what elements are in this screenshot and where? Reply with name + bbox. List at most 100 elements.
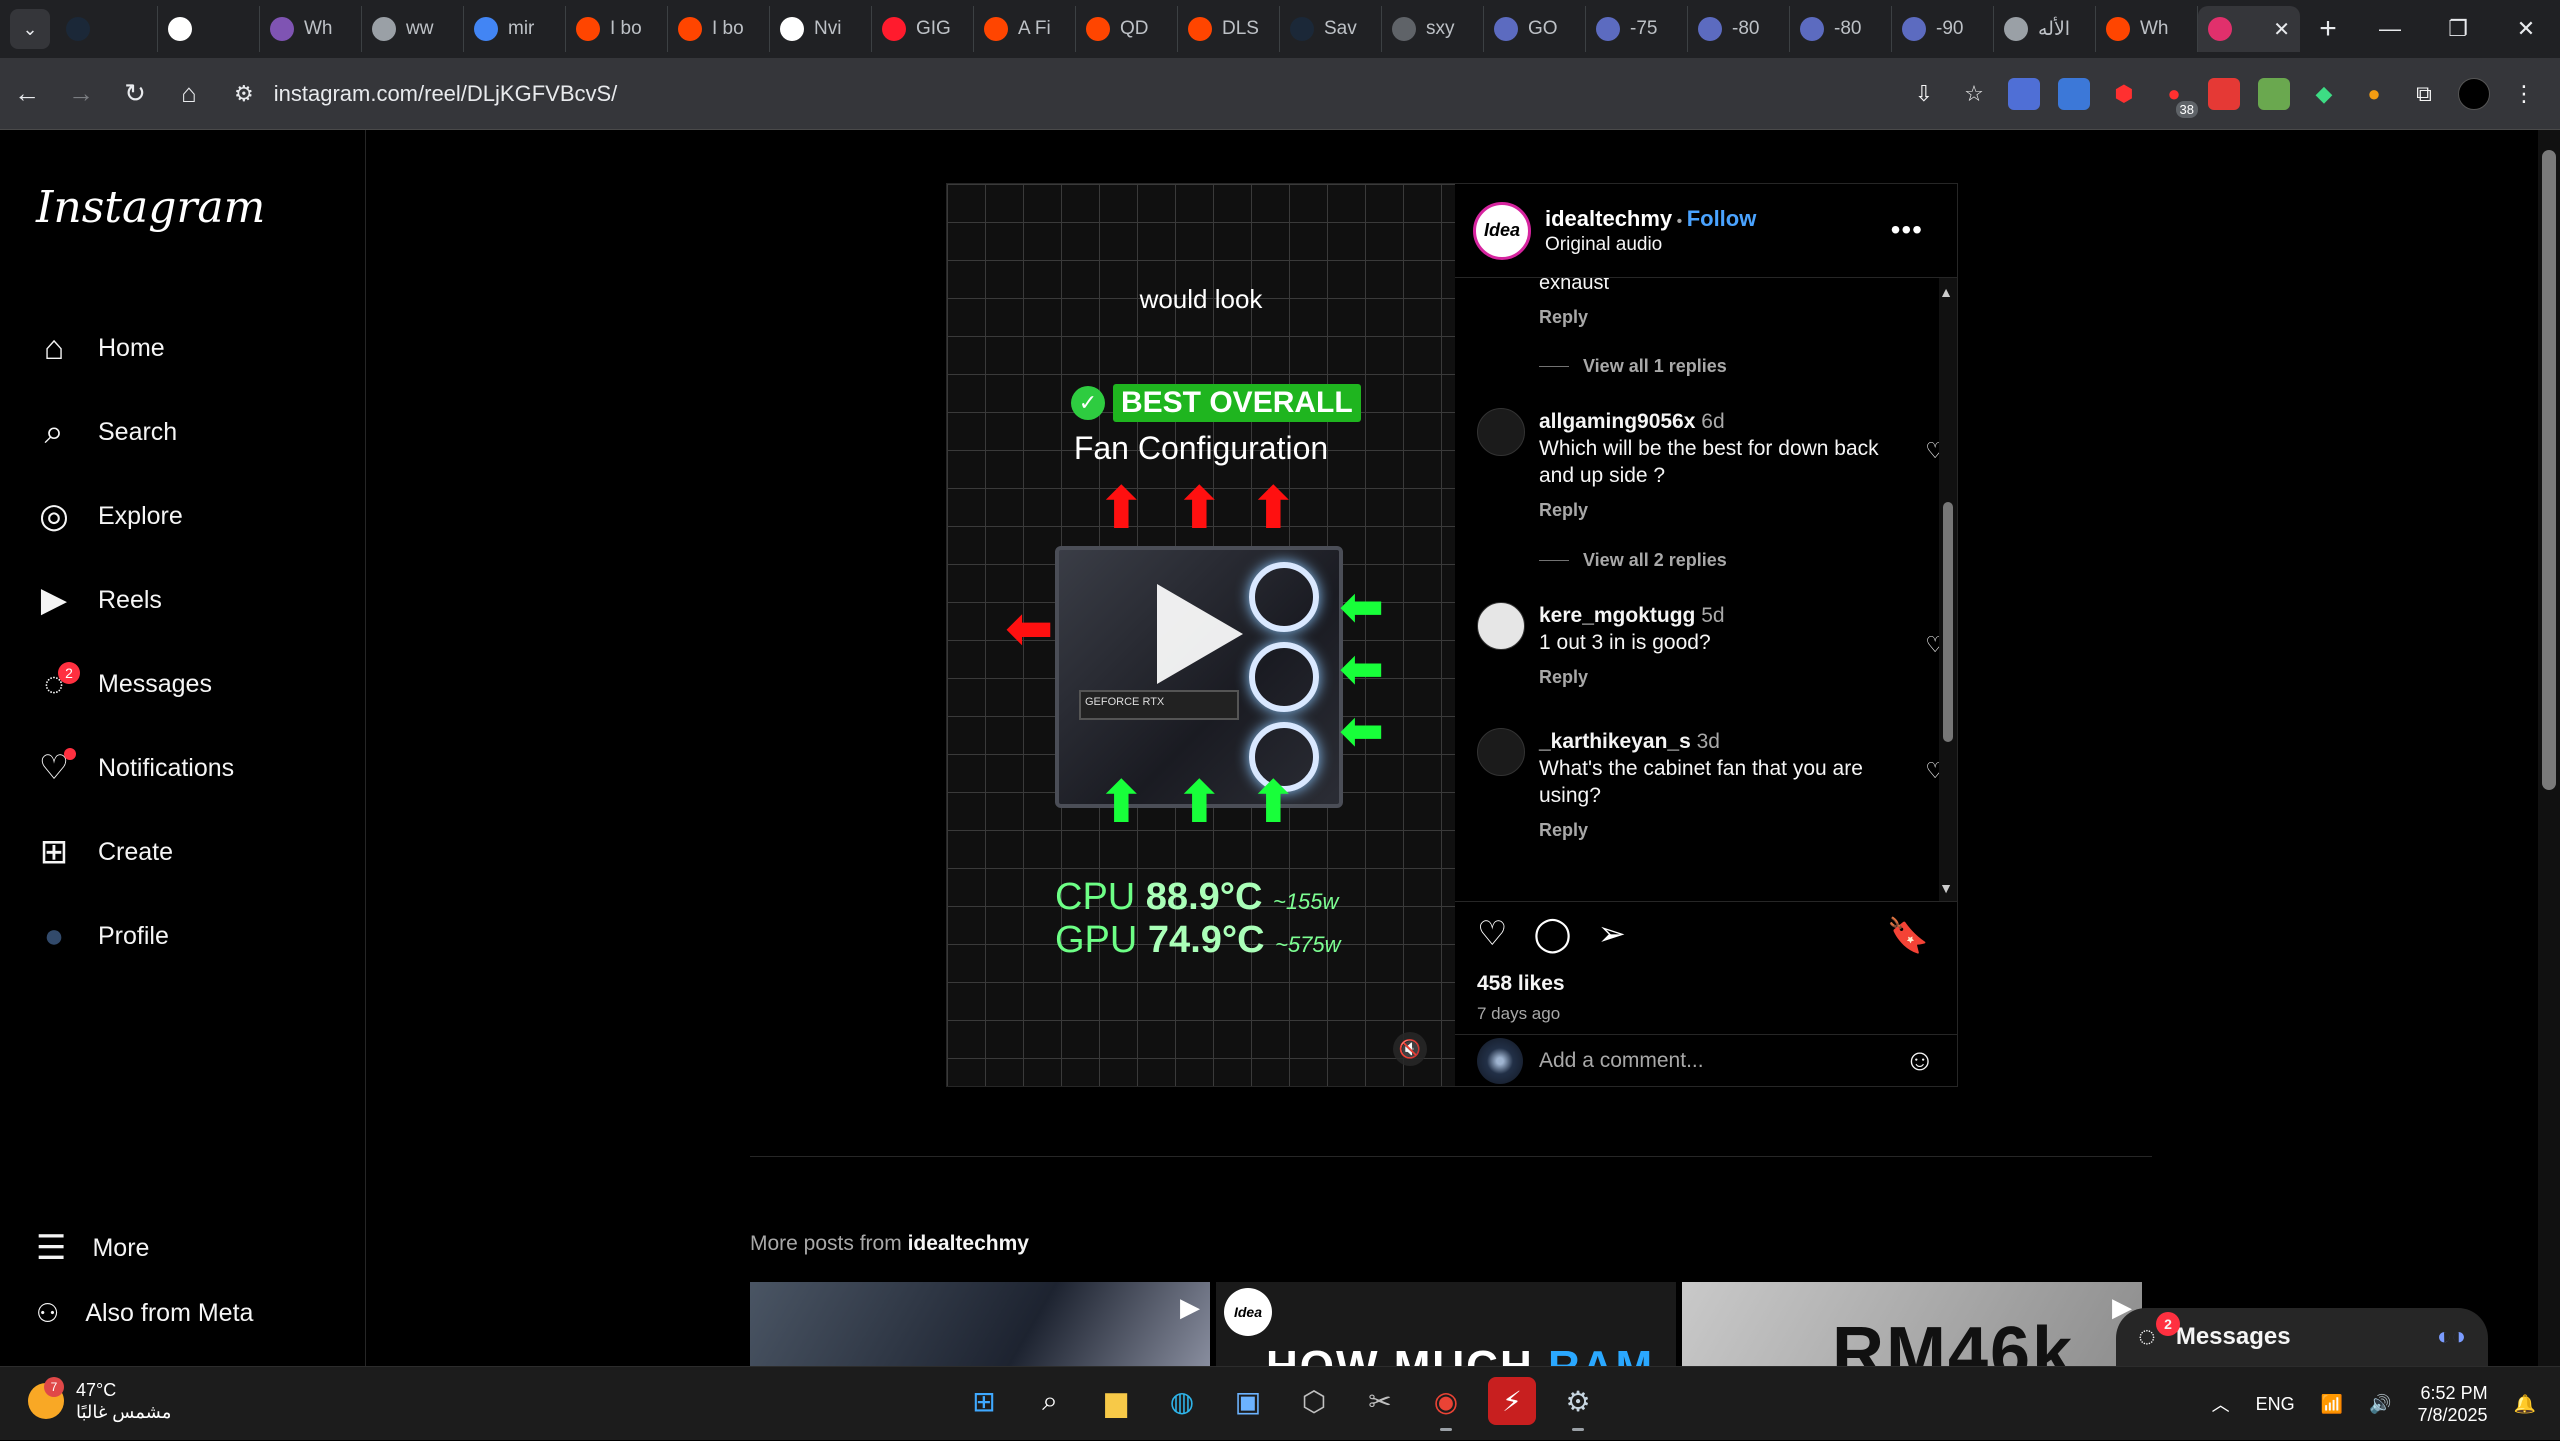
video-extension-icon[interactable] <box>2208 77 2240 110</box>
leaf-extension-icon[interactable]: ◆ <box>2308 78 2340 110</box>
sidebar-item-more[interactable]: ☰ More <box>36 1228 149 1268</box>
browser-tab[interactable]: -80 <box>1790 6 1892 52</box>
comments-scrollbar[interactable]: ▲ ▼ <box>1939 278 1957 901</box>
like-heart-icon[interactable]: ♡ <box>1477 914 1507 954</box>
author-avatar[interactable]: Idea <box>1473 201 1531 260</box>
more-options-icon[interactable]: ••• <box>1891 214 1923 246</box>
browser-tab[interactable]: Nvi <box>770 6 872 52</box>
sidebar-item-notifications[interactable]: ♡ Notifications <box>36 726 234 810</box>
browser-tab[interactable]: ww <box>362 6 464 52</box>
post-thumbnail[interactable]: ▶ <box>750 1282 1210 1366</box>
comment-bubble-icon[interactable]: ◯ <box>1533 914 1571 954</box>
commenter-username[interactable]: _karthikeyan_s <box>1539 730 1691 753</box>
view-replies-button[interactable]: View all 1 replies <box>1539 356 1727 377</box>
sidebar-item-home[interactable]: ⌂ Home <box>36 306 234 390</box>
browser-tab[interactable]: Sav <box>1280 6 1382 52</box>
windows-start-icon[interactable]: ⊞ <box>960 1377 1008 1425</box>
author-username[interactable]: idealtechmy <box>1545 206 1672 231</box>
weather-widget[interactable]: 7 47°C مشمس غالبًا <box>28 1377 171 1423</box>
reply-button[interactable]: Reply <box>1539 817 1917 844</box>
follow-button[interactable]: Follow <box>1687 206 1757 231</box>
browser-tab[interactable]: GIG <box>872 6 974 52</box>
browser-tab[interactable]: I bo <box>668 6 770 52</box>
restore-icon[interactable]: ❐ <box>2424 0 2492 58</box>
edge-icon[interactable]: ◍ <box>1158 1377 1206 1425</box>
bookmark-icon[interactable]: 🔖 <box>1887 916 1929 956</box>
browser-tab[interactable]: DLS <box>1178 6 1280 52</box>
commenter-avatar[interactable] <box>1477 408 1525 456</box>
browser-tab[interactable] <box>56 6 158 52</box>
extension-badge-icon[interactable]: ● 38 <box>2158 78 2198 118</box>
share-send-icon[interactable]: ➢ <box>1598 914 1627 954</box>
messages-pill[interactable]: ◌ 2 Messages ◐◑ <box>2116 1308 2488 1366</box>
sidebar-item-search[interactable]: ⌕ Search <box>36 390 234 474</box>
bolt-app-icon[interactable]: ⚡ <box>1488 1377 1536 1425</box>
extension-icon[interactable] <box>2008 77 2040 110</box>
site-settings-icon[interactable]: ⚙ <box>234 81 254 107</box>
chevron-up-icon[interactable]: ︿ <box>2212 1391 2230 1417</box>
profile-avatar[interactable] <box>2458 77 2490 110</box>
puzzle-icon[interactable]: ⧉ <box>2408 78 2440 110</box>
tab-close-icon[interactable]: ✕ <box>2273 17 2290 42</box>
commenter-avatar[interactable] <box>1477 602 1525 650</box>
page-scroll-thumb[interactable] <box>2542 150 2556 790</box>
search-icon[interactable]: ⌕ <box>1026 1377 1074 1425</box>
browser-tab[interactable]: ✕ <box>2198 6 2300 52</box>
volume-icon[interactable]: 🔊 <box>2369 1394 2391 1415</box>
translate-icon[interactable] <box>2058 77 2090 110</box>
sidebar-item-profile[interactable]: ● Profile <box>36 894 234 978</box>
browser-tab[interactable]: A Fi <box>974 6 1076 52</box>
address-bar[interactable]: ⚙ instagram.com/reel/DLjKGFVBcvS/ <box>216 66 1908 121</box>
snipping-tool-icon[interactable]: ✂ <box>1356 1377 1404 1425</box>
post-thumbnail[interactable]: Idea HOW MUCH RAM <box>1216 1282 1676 1366</box>
browser-tab[interactable]: الأله <box>1994 6 2096 52</box>
commenter-avatar[interactable] <box>1477 728 1525 776</box>
sidebar-item-messages[interactable]: ◌ 2 Messages <box>36 642 234 726</box>
kebab-menu-icon[interactable]: ⋮ <box>2508 78 2540 110</box>
new-tab-button[interactable]: + <box>2308 9 2348 49</box>
emoji-icon[interactable]: ☺ <box>1904 1044 1935 1078</box>
clock[interactable]: 6:52 PM 7/8/2025 <box>2418 1382 2488 1426</box>
commenter-username[interactable]: kere_mgoktugg <box>1539 604 1695 627</box>
browser-tab[interactable]: mir <box>464 6 566 52</box>
scroll-down-icon[interactable]: ▼ <box>1939 880 1953 896</box>
audio-label[interactable]: Original audio <box>1545 234 1756 256</box>
reply-button[interactable]: Reply <box>1539 307 1609 328</box>
file-explorer-icon[interactable]: ▆ <box>1092 1377 1140 1425</box>
bookmark-star-icon[interactable]: ☆ <box>1958 78 1990 110</box>
reply-button[interactable]: Reply <box>1539 497 1917 524</box>
play-icon[interactable] <box>1157 584 1243 684</box>
browser-tab[interactable]: Wh <box>2096 6 2198 52</box>
back-button[interactable]: ← <box>0 67 54 121</box>
mute-button[interactable]: 🔇 <box>1393 1032 1427 1066</box>
reload-button[interactable]: ↻ <box>108 67 162 121</box>
scroll-thumb[interactable] <box>1943 502 1953 742</box>
browser-tab[interactable]: GO <box>1484 6 1586 52</box>
reel-video[interactable]: would look ✓ BEST OVERALL Fan Configurat… <box>947 184 1455 1086</box>
unity-icon[interactable]: ⬡ <box>1290 1377 1338 1425</box>
chrome-icon[interactable]: ◉ <box>1422 1377 1470 1431</box>
browser-tab[interactable]: -90 <box>1892 6 1994 52</box>
sidebar-item-create[interactable]: ⊞ Create <box>36 810 234 894</box>
browser-tab[interactable]: QD <box>1076 6 1178 52</box>
notification-bell-icon[interactable]: 🔔 <box>2514 1394 2536 1415</box>
wifi-icon[interactable]: 📶 <box>2321 1394 2343 1415</box>
comment-input[interactable]: Add a comment... <box>1539 1049 1888 1073</box>
install-app-icon[interactable]: ⇩ <box>1908 78 1940 110</box>
commenter-username[interactable]: allgaming9056x <box>1539 410 1695 433</box>
browser-tab[interactable] <box>158 6 260 52</box>
browser-tab[interactable]: sxy <box>1382 6 1484 52</box>
browser-tab[interactable]: -75 <box>1586 6 1688 52</box>
steam-icon[interactable]: ⚙ <box>1554 1377 1602 1431</box>
reply-button[interactable]: Reply <box>1539 664 1917 691</box>
close-window-icon[interactable]: ✕ <box>2492 0 2560 58</box>
browser-tab[interactable]: I bo <box>566 6 668 52</box>
tab-search-button[interactable]: ⌄ <box>10 9 50 49</box>
browser-tab[interactable]: -80 <box>1688 6 1790 52</box>
scroll-up-icon[interactable]: ▲ <box>1939 284 1953 300</box>
sheet-extension-icon[interactable] <box>2258 77 2290 110</box>
language-indicator[interactable]: ENG <box>2256 1394 2295 1415</box>
instagram-logo[interactable]: Instagram <box>36 182 265 233</box>
sidebar-item-explore[interactable]: ◎ Explore <box>36 474 234 558</box>
sidebar-item-meta[interactable]: ⚇ Also from Meta <box>36 1298 253 1329</box>
